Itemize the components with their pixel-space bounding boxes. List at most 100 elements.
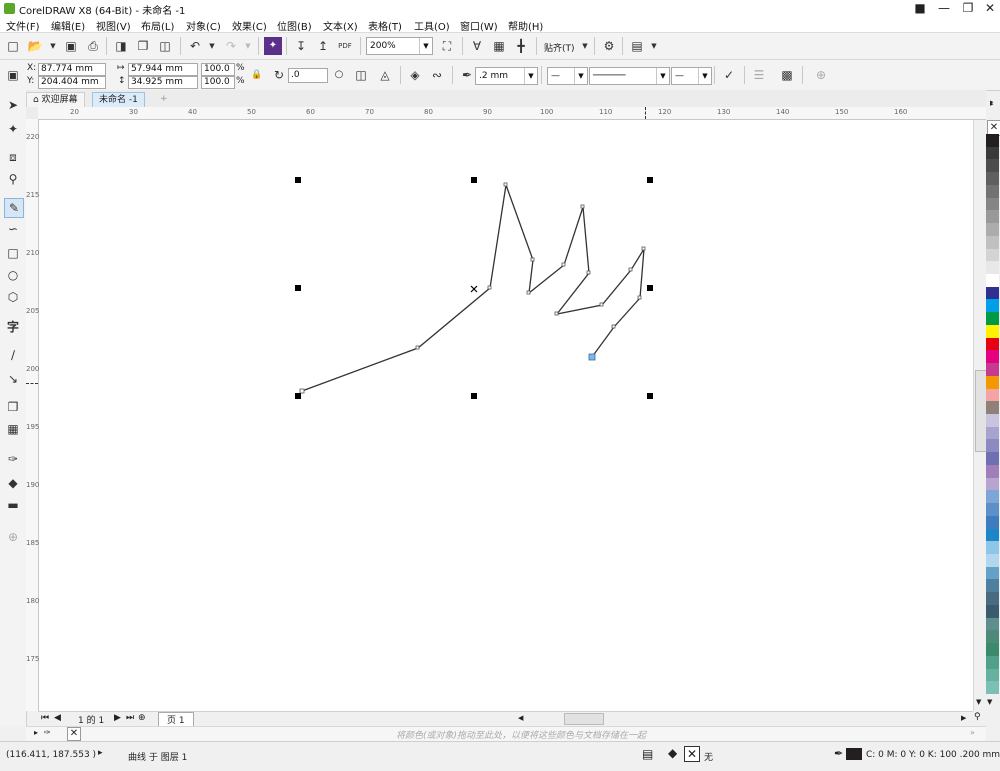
pick-tool-icon[interactable]: ➤ — [4, 96, 22, 114]
eyedropper-icon[interactable]: ✑ — [4, 450, 22, 468]
extract-subpath-icon[interactable]: ▩ — [778, 66, 796, 84]
application-launcher-icon[interactable]: ▤ — [628, 37, 646, 55]
color-swatch[interactable] — [986, 388, 999, 402]
color-swatch[interactable] — [986, 350, 999, 364]
dimension-tool-icon[interactable]: ∕ — [4, 346, 22, 364]
open-icon[interactable]: 📂 — [26, 37, 44, 55]
outline-pen-status-icon[interactable]: ✒ — [834, 747, 843, 760]
menu-text[interactable]: 文本(X) — [323, 18, 358, 33]
menu-file[interactable]: 文件(F) — [6, 18, 40, 33]
vertical-ruler[interactable]: 220 215 210 205 200 195 190 185 180 175 — [26, 119, 39, 711]
prev-page-icon[interactable]: ◀ — [54, 713, 61, 723]
transparency-tool-icon[interactable]: ▦ — [4, 420, 22, 438]
drop-shadow-icon[interactable]: ❐ — [4, 398, 22, 416]
redo-icon[interactable]: ↷ — [222, 37, 240, 55]
color-swatch[interactable] — [986, 604, 999, 619]
search-content-icon[interactable]: ✦ — [264, 37, 282, 55]
vertical-scrollbar[interactable]: ▼ — [973, 120, 987, 711]
color-swatch[interactable] — [986, 248, 999, 262]
convert-to-curves-icon[interactable]: ∾ — [428, 66, 446, 84]
color-swatch[interactable] — [986, 235, 999, 250]
curve-node[interactable] — [561, 262, 566, 267]
curve-node[interactable] — [526, 290, 531, 295]
color-swatch[interactable] — [986, 274, 999, 288]
next-page-icon[interactable]: ▶ — [114, 713, 121, 723]
scroll-down-icon[interactable]: ▼ — [976, 698, 981, 706]
open-dropdown-icon[interactable]: ▼ — [44, 37, 62, 55]
color-swatch[interactable] — [986, 134, 999, 148]
color-swatch[interactable] — [986, 223, 999, 237]
x-position-input[interactable]: 87.774 mm — [38, 63, 106, 76]
color-swatch[interactable] — [986, 630, 999, 644]
color-swatch[interactable] — [986, 261, 999, 275]
color-swatch[interactable] — [986, 363, 999, 377]
selection-handle-top-left[interactable] — [295, 177, 301, 183]
color-swatch[interactable] — [986, 172, 999, 186]
color-swatch[interactable] — [986, 515, 999, 530]
color-swatch[interactable] — [986, 414, 999, 428]
document-palette-expand-icon[interactable]: » — [970, 728, 975, 737]
status-expand-icon[interactable]: ▸ — [98, 748, 103, 758]
color-swatch[interactable] — [986, 286, 999, 300]
color-swatch[interactable] — [986, 184, 999, 199]
close-curve-icon[interactable]: ✓ — [720, 66, 738, 84]
color-swatch[interactable] — [986, 439, 999, 453]
menu-object[interactable]: 对象(C) — [186, 18, 221, 33]
curve-node[interactable] — [415, 345, 420, 350]
color-swatch[interactable] — [986, 337, 999, 351]
menu-bitmaps[interactable]: 位图(B) — [277, 18, 312, 33]
minimize-button[interactable]: — — [932, 0, 956, 17]
color-swatch[interactable] — [986, 528, 999, 542]
scroll-left-icon[interactable]: ◀ — [518, 714, 523, 722]
end-node-selected[interactable] — [588, 353, 596, 361]
color-swatch[interactable] — [986, 503, 999, 517]
outline-width-combo[interactable]: .2 mm ▼ — [475, 67, 538, 85]
height-input[interactable]: 34.925 mm — [128, 76, 198, 89]
curve-node[interactable] — [580, 204, 585, 209]
new-document-icon[interactable]: □ — [4, 37, 22, 55]
drawing-canvas[interactable] — [39, 120, 973, 711]
page-tab[interactable]: 页 1 — [158, 712, 194, 727]
mirror-horizontal-icon[interactable]: ◫ — [352, 66, 370, 84]
color-proofing-icon[interactable]: ▤ — [642, 747, 653, 761]
tab-welcome-screen[interactable]: ⌂ 欢迎屏幕 — [26, 92, 85, 108]
scale-height-input[interactable]: 100.0 — [201, 76, 235, 89]
y-position-input[interactable]: 204.404 mm — [38, 76, 106, 89]
no-fill-swatch-icon[interactable]: ✕ — [67, 727, 81, 741]
color-swatch[interactable] — [986, 490, 999, 504]
menu-table[interactable]: 表格(T) — [368, 18, 402, 33]
selection-handle-bottom-right[interactable] — [647, 393, 653, 399]
ellipse-tool-icon[interactable]: ○ — [4, 266, 22, 284]
redo-dropdown-icon[interactable]: ▼ — [239, 37, 257, 55]
document-palette-menu-icon[interactable]: ▸ — [34, 728, 38, 737]
curve-node[interactable] — [611, 324, 616, 329]
print-icon[interactable]: ⎙ — [84, 37, 102, 55]
account-icon[interactable]: ■ — [908, 0, 932, 17]
curve-node[interactable] — [530, 257, 535, 262]
color-swatch[interactable] — [986, 197, 999, 211]
zoom-tool-icon[interactable]: ⚲ — [4, 170, 22, 188]
menu-help[interactable]: 帮助(H) — [508, 18, 543, 33]
outline-color-swatch[interactable] — [846, 748, 862, 760]
shape-tool-icon[interactable]: ✦ — [4, 120, 22, 138]
menu-view[interactable]: 视图(V) — [96, 18, 131, 33]
new-tab-plus-icon[interactable]: + — [154, 92, 174, 106]
last-page-icon[interactable]: ⏭ — [126, 713, 134, 723]
smart-fill-icon[interactable]: ▬ — [4, 496, 22, 514]
color-swatch[interactable] — [986, 541, 999, 555]
color-swatch[interactable] — [986, 401, 999, 415]
color-swatch[interactable] — [986, 312, 999, 326]
fill-bucket-icon[interactable]: ◆ — [668, 746, 677, 760]
show-rulers-icon[interactable]: ∀ — [468, 37, 486, 55]
close-button[interactable]: ✕ — [978, 0, 1000, 17]
fill-none-swatch-icon[interactable]: ✕ — [684, 746, 700, 762]
ruler-origin[interactable] — [26, 107, 38, 119]
curve-node[interactable] — [628, 267, 633, 272]
launcher-dropdown-icon[interactable]: ▼ — [645, 37, 663, 55]
selection-handle-bottom-left[interactable] — [295, 393, 301, 399]
mirror-vertical-icon[interactable]: ◬ — [376, 66, 394, 84]
copy-icon[interactable]: ❐ — [134, 37, 152, 55]
color-swatch[interactable] — [986, 375, 999, 390]
color-swatch[interactable] — [986, 655, 999, 670]
curve-node[interactable] — [599, 302, 604, 307]
